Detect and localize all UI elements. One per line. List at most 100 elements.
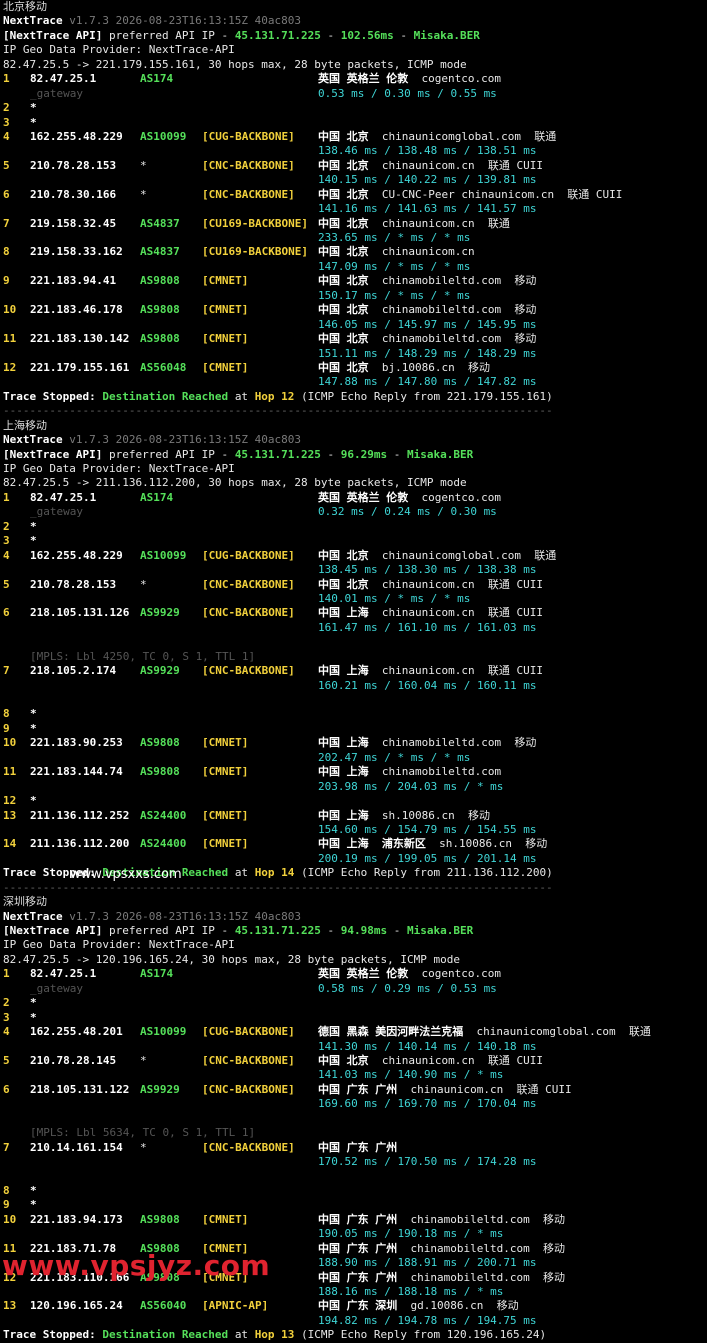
separator-text: ----------------------------------------…	[3, 404, 553, 418]
hop-mpls: [MPLS: Lbl 4250, TC 0, S 1, TTL 1]	[30, 649, 256, 663]
hop-geo: 中国 北京	[318, 360, 369, 374]
hop-geo-host: 中国 上海 chinaunicom.cn 联通 CUII	[318, 664, 543, 678]
api-dash: -	[400, 28, 408, 42]
hop-detail-row: 203.98 ms / 204.03 ms / * ms	[3, 780, 707, 794]
api-ip: 45.131.71.225	[234, 28, 321, 42]
hop-ip: 221.183.94.41	[30, 274, 117, 288]
hop-number: 3	[3, 1010, 10, 1024]
hop-row: 7 219.158.32.45 AS4837 [CU169-BACKBONE] 中国 北…	[3, 217, 707, 231]
hop-blank-row	[3, 1112, 707, 1126]
hop-geo: 中国 上海	[318, 606, 369, 620]
hop-geo-host: 中国 北京 bj.10086.cn 移动	[318, 361, 490, 375]
api-latency: 94.98ms	[340, 924, 388, 937]
hop-tag: [CUG-BACKBONE]	[202, 129, 295, 143]
api-host: Misaka.BER	[407, 924, 474, 937]
hop-ip: 162.255.48.201	[30, 1025, 123, 1039]
hop-ip: 221.183.90.253	[30, 736, 123, 750]
hop-asn: AS4837	[140, 216, 180, 230]
hop-row: 1 82.47.25.1 AS174 英国 英格兰 伦敦 cogentco.com	[3, 491, 707, 505]
hop-tag: [CU169-BACKBONE]	[202, 245, 308, 259]
hop-detail-row: 161.47 ms / 161.10 ms / 161.03 ms	[3, 621, 707, 635]
hop-geo: 中国 上海	[318, 765, 369, 779]
hop-latency: 170.52 ms / 170.50 ms / 174.28 ms	[318, 1155, 537, 1168]
api-latency: 102.56ms	[340, 28, 394, 42]
hop-geo-host: 中国 北京 chinamobileltd.com 移动	[318, 274, 536, 288]
hop-row: 4 162.255.48.229 AS10099 [CUG-BACKBONE] 中国 北…	[3, 130, 707, 144]
api-dash: -	[327, 28, 335, 42]
hop-geo-host: 中国 上海 sh.10086.cn 移动	[318, 809, 490, 823]
hop-mpls: [MPLS: Lbl 5634, TC 0, S 1, TTL 1]	[30, 1126, 256, 1140]
hop-row: 6 210.78.30.166 * [CNC-BACKBONE] 中国 北京 CU-CN…	[3, 188, 707, 202]
stop-hop: Hop 12	[254, 389, 295, 403]
hop-host: chinamobileltd.com	[381, 765, 502, 779]
hop-tag: [CMNET]	[202, 332, 249, 346]
hop-detail-row: 188.16 ms / 188.18 ms / * ms	[3, 1285, 707, 1299]
hop-geo: 中国 广东 广州	[318, 1140, 398, 1154]
hop-number: 8	[3, 707, 10, 721]
hop-row: 9 *	[3, 722, 707, 736]
app-name: NextTrace	[3, 433, 63, 447]
hop-geo: 中国 广东 广州	[318, 1241, 398, 1255]
hop-geo: 中国 北京	[318, 332, 369, 346]
hop-latency: 188.90 ms / 188.91 ms / 200.71 ms	[318, 1256, 537, 1270]
hop-geo-host: 英国 英格兰 伦敦 cogentco.com	[318, 491, 501, 505]
hop-asn: AS9808	[140, 303, 180, 317]
hop-ip: 219.158.32.45	[30, 216, 117, 230]
hop-detail-row: 140.15 ms / 140.22 ms / 139.81 ms	[3, 173, 707, 187]
hop-ip: *	[30, 534, 37, 548]
hop-detail-row: 141.16 ms / 141.63 ms / 141.57 ms	[3, 202, 707, 216]
hop-geo-host: 中国 北京 chinaunicom.cn 联通 CUII	[318, 578, 543, 592]
hop-tag: [CMNET]	[202, 360, 249, 374]
hop-ip: *	[30, 115, 37, 129]
hop-number: 2	[3, 101, 10, 115]
route-text: 82.47.25.5 -> 120.196.165.24, 30 hops ma…	[3, 952, 460, 966]
hop-asn: AS56048	[140, 360, 187, 374]
hop-geo-host: 中国 广东 广州 chinamobileltd.com 移动	[318, 1242, 565, 1256]
hop-geo: 中国 上海	[318, 664, 369, 678]
hop-detail-row: 194.82 ms / 194.78 ms / 194.75 ms	[3, 1314, 707, 1328]
hop-ip: 221.183.46.178	[30, 303, 123, 317]
hop-geo: 中国 上海	[318, 736, 369, 750]
hop-tag: [CMNET]	[202, 808, 249, 822]
hop-geo-host: 中国 北京 CU-CNC-Peer chinaunicom.cn 联通 CUII	[318, 188, 622, 202]
hop-latency: 200.19 ms / 199.05 ms / 201.14 ms	[318, 851, 537, 865]
hop-latency: 0.53 ms / 0.30 ms / 0.55 ms	[318, 86, 497, 100]
hop-asn: AS9929	[140, 664, 180, 678]
hop-ip: 211.136.112.252	[30, 808, 130, 822]
hop-detail-row: _gateway 0.32 ms / 0.24 ms / 0.30 ms	[3, 505, 707, 519]
hop-asn: AS9808	[140, 736, 180, 750]
hop-host: chinaunicom.cn 联通 CUII	[410, 1082, 572, 1096]
api-line: [NextTrace API] preferred API IP - 45.13…	[3, 924, 707, 938]
hop-geo-host: 中国 广东 广州 chinaunicom.cn 联通 CUII	[318, 1083, 572, 1097]
hop-host: bj.10086.cn 移动	[381, 360, 490, 374]
api-ip: 45.131.71.225	[234, 924, 321, 937]
hop-asn: *	[140, 187, 147, 201]
hop-row: 12 221.179.155.161 AS56048 [CMNET] 中国 北京 bj.…	[3, 361, 707, 375]
hop-asn: AS9929	[140, 1082, 180, 1096]
hop-tag: [CMNET]	[202, 274, 249, 288]
hop-tag: [CNC-BACKBONE]	[202, 158, 295, 172]
hop-latency: 151.11 ms / 148.29 ms / 148.29 ms	[318, 346, 537, 360]
hop-detail-row: _gateway 0.58 ms / 0.29 ms / 0.53 ms	[3, 982, 707, 996]
hop-asn: AS174	[140, 490, 174, 504]
hop-geo: 中国 北京	[318, 1053, 369, 1067]
hop-geo: 中国 广东 广州	[318, 1212, 398, 1226]
nexttrace-version-line: NextTrace v1.7.3 2026-08-23T16:13:15Z 40…	[3, 14, 707, 28]
hop-number: 5	[3, 577, 10, 591]
hop-host: CU-CNC-Peer chinaunicom.cn 联通 CUII	[381, 187, 623, 201]
hop-latency: 202.47 ms / * ms / * ms	[318, 750, 471, 764]
trace-stopped-line: Trace Stopped: Destination Reached at Ho…	[3, 390, 707, 404]
hop-row: 2 *	[3, 996, 707, 1010]
hop-asn: AS56040	[140, 1299, 187, 1313]
hop-row: 2 *	[3, 101, 707, 115]
hop-number: 2	[3, 996, 10, 1010]
hop-number: 9	[3, 274, 10, 288]
hop-number: 4	[3, 1025, 10, 1039]
hop-latency: 147.09 ms / * ms / * ms	[318, 259, 471, 273]
hop-number: 1	[3, 967, 10, 981]
hop-geo-host: 英国 英格兰 伦敦 cogentco.com	[318, 72, 501, 86]
geo-provider-text: IP Geo Data Provider: NextTrace-API	[3, 43, 235, 57]
hop-tag: [CMNET]	[202, 303, 249, 317]
hop-blank-row	[3, 635, 707, 649]
separator-line: ----------------------------------------…	[3, 404, 707, 418]
